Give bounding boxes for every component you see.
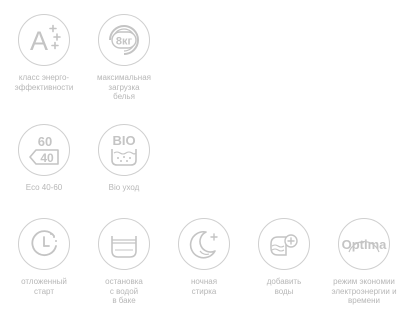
svg-text:Optima: Optima xyxy=(342,237,387,252)
energy-class-a-plus-plus-plus-icon: A xyxy=(18,14,70,66)
energy-class-caption-line-2: эффективности xyxy=(14,82,74,92)
add-water-caption-line-2: воды xyxy=(274,286,294,296)
max-load-caption-line-2: загрузка xyxy=(108,82,140,92)
night-wash-caption: ночная стирка xyxy=(166,277,242,296)
max-load-caption-line-1: максимальная xyxy=(97,73,151,82)
bio-care-caption: Bio уход xyxy=(86,183,162,193)
energy-class-caption-line-1: класс энерго- xyxy=(18,73,70,82)
stop-with-water-caption-line-1: остановка xyxy=(105,277,143,286)
optima-caption-line-2: электроэнергии и xyxy=(331,286,397,296)
eco-40-60-icon: 60 40 xyxy=(18,124,70,176)
svg-text:A: A xyxy=(30,26,48,56)
bio-care-caption-line-1: Bio уход xyxy=(108,183,140,192)
svg-text:60: 60 xyxy=(38,134,52,149)
bio-care-icon: BIO xyxy=(98,124,150,176)
optima-caption: режим экономии электроэнергии и времени xyxy=(326,277,402,306)
stop-with-water-caption-line-3: в баке xyxy=(112,296,136,306)
eco-40-60-caption-line-1: Eco 40-60 xyxy=(25,183,63,192)
delayed-start-caption: отложенный старт xyxy=(6,277,82,296)
optima-icon: Optima xyxy=(338,218,390,270)
svg-text:BIO: BIO xyxy=(112,133,135,148)
svg-text:8кг: 8кг xyxy=(116,36,133,48)
svg-text:40: 40 xyxy=(40,151,54,165)
max-load-8kg-icon: 8кг xyxy=(98,14,150,66)
optima-caption-line-3: времени xyxy=(348,296,380,306)
energy-class-caption: класс энерго- эффективности xyxy=(6,73,82,92)
delayed-start-caption-line-1: отложенный xyxy=(21,277,67,286)
stop-with-water-caption: остановка с водой в баке xyxy=(86,277,162,306)
night-wash-caption-line-2: стирка xyxy=(191,286,217,296)
max-load-caption-line-3: белья xyxy=(113,92,135,102)
add-water-caption-line-1: добавить xyxy=(266,277,302,286)
stop-with-water-icon xyxy=(98,218,150,270)
add-water-caption: добавить воды xyxy=(246,277,322,296)
delayed-start-icon xyxy=(18,218,70,270)
stop-with-water-caption-line-2: с водой xyxy=(109,286,139,296)
delayed-start-caption-line-2: старт xyxy=(34,286,54,296)
max-load-caption: максимальная загрузка белья xyxy=(86,73,162,102)
eco-40-60-caption: Eco 40-60 xyxy=(6,183,82,193)
add-water-icon xyxy=(258,218,310,270)
optima-caption-line-1: режим экономии xyxy=(333,277,395,286)
night-wash-caption-line-1: ночная xyxy=(190,277,218,286)
night-wash-icon xyxy=(178,218,230,270)
